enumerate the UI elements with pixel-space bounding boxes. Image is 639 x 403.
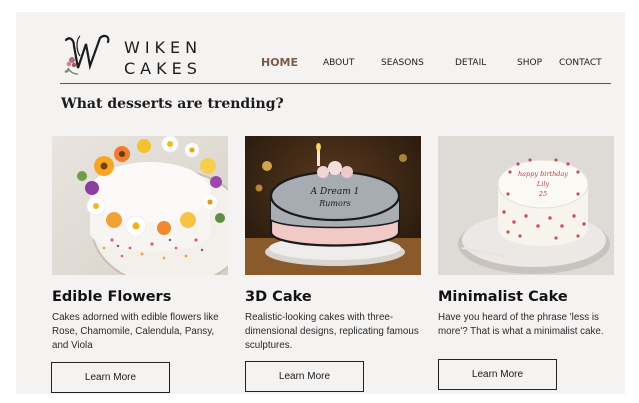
card-title: Edible Flowers xyxy=(52,289,172,305)
learn-more-button-edible-flowers[interactable]: Learn More xyxy=(51,362,170,393)
header-divider xyxy=(60,83,611,84)
nav-seasons[interactable]: SEASONS xyxy=(381,58,424,68)
logo-monogram-icon xyxy=(64,34,110,75)
brand-line2: CAKES xyxy=(124,59,202,78)
brand-line1: WIKEN xyxy=(124,38,203,57)
card-description: Have you heard of the phrase 'less is mo… xyxy=(438,312,604,337)
3d-cake-image[interactable]: A Dream 1 Rumors xyxy=(245,136,421,275)
svg-text:25: 25 xyxy=(538,190,547,198)
nav-contact[interactable]: CONTACT xyxy=(559,58,602,68)
section-title: What desserts are trending? xyxy=(61,96,284,112)
card-description: Realistic-looking cakes with three-dimen… xyxy=(245,312,419,351)
card-description: Cakes adorned with edible flowers like R… xyxy=(52,312,219,351)
card-title: Minimalist Cake xyxy=(438,289,568,305)
page-frame: WIKEN CAKES HOME ABOUT SEASONS DETAIL SH… xyxy=(16,12,625,394)
card-edible-flowers: Edible Flowers Cakes adorned with edible… xyxy=(52,136,228,353)
nav-shop[interactable]: SHOP xyxy=(517,58,542,68)
nav-home[interactable]: HOME xyxy=(261,56,298,69)
card-3d-cake: A Dream 1 Rumors 3D Cake Realistic-looki… xyxy=(245,136,421,353)
card-title: 3D Cake xyxy=(245,289,312,305)
svg-text:A Dream 1: A Dream 1 xyxy=(310,187,360,197)
svg-text:happy birthday: happy birthday xyxy=(518,170,568,178)
card-minimalist-cake: happy birthday Lily 25 Minimalist Cake H… xyxy=(438,136,614,339)
brand-logo[interactable]: WIKEN CAKES xyxy=(60,30,210,80)
main-nav: HOME ABOUT SEASONS DETAIL SHOP CONTACT xyxy=(257,56,612,72)
nav-detail[interactable]: DETAIL xyxy=(455,58,486,68)
minimalist-cake-image[interactable]: happy birthday Lily 25 xyxy=(438,136,614,275)
learn-more-button-minimalist-cake[interactable]: Learn More xyxy=(438,359,557,390)
edible-flowers-cake-image[interactable] xyxy=(52,136,228,275)
svg-text:Lily: Lily xyxy=(536,180,549,188)
nav-about[interactable]: ABOUT xyxy=(323,58,354,68)
learn-more-button-3d-cake[interactable]: Learn More xyxy=(245,361,364,392)
svg-text:Rumors: Rumors xyxy=(318,199,351,208)
